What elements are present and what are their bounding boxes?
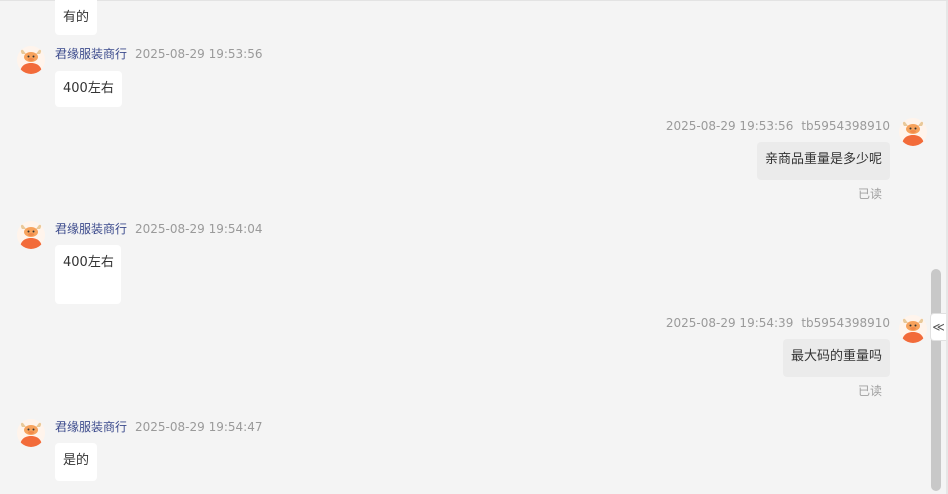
- read-status: 已读: [857, 187, 882, 201]
- seller-avatar-icon[interactable]: [17, 46, 45, 74]
- collapse-panel-button[interactable]: ≪: [930, 313, 946, 341]
- double-chevron-left-icon: ≪: [932, 320, 945, 334]
- message-time: 2025-08-29 19:54:39: [665, 316, 794, 330]
- sender-name: tb5954398910: [801, 119, 890, 133]
- message-bubble: 有的: [55, 0, 98, 35]
- seller-avatar-icon[interactable]: [17, 419, 45, 447]
- message-time: 2025-08-29 19:53:56: [665, 119, 794, 133]
- buyer-avatar-icon[interactable]: [899, 118, 927, 146]
- message-time: 2025-08-29 19:53:56: [135, 47, 263, 61]
- read-status: 已读: [857, 384, 882, 398]
- sender-name: tb5954398910: [801, 316, 890, 330]
- message-meta: 君缘服装商行 2025-08-29 19:54:04: [55, 222, 262, 236]
- sender-name[interactable]: 君缘服装商行: [55, 222, 127, 236]
- message-meta: 君缘服装商行 2025-08-29 19:54:47: [55, 420, 262, 434]
- message-meta: 2025-08-29 19:53:56 tb5954398910: [666, 119, 890, 133]
- message-meta: 君缘服装商行 2025-08-29 19:53:56: [55, 47, 262, 61]
- message-bubble: 400左右: [55, 245, 121, 304]
- chat-window: 有的 君缘服装商行 2025-08-29 19:53:56 400左右 2025-…: [0, 0, 948, 494]
- scrollbar-thumb[interactable]: [931, 269, 941, 491]
- message-time: 2025-08-29 19:54:04: [135, 222, 263, 236]
- message-bubble: 最大码的重量吗: [782, 339, 890, 377]
- message-bubble: 是的: [55, 443, 98, 481]
- message-time: 2025-08-29 19:54:47: [135, 420, 263, 434]
- message-meta: 2025-08-29 19:54:39 tb5954398910: [666, 316, 890, 330]
- buyer-avatar-icon[interactable]: [899, 315, 927, 343]
- sender-name[interactable]: 君缘服装商行: [55, 420, 127, 434]
- sender-name[interactable]: 君缘服装商行: [55, 47, 127, 61]
- message-bubble: 亲商品重量是多少呢: [756, 142, 890, 180]
- seller-avatar-icon[interactable]: [17, 221, 45, 249]
- message-bubble: 400左右: [55, 71, 122, 107]
